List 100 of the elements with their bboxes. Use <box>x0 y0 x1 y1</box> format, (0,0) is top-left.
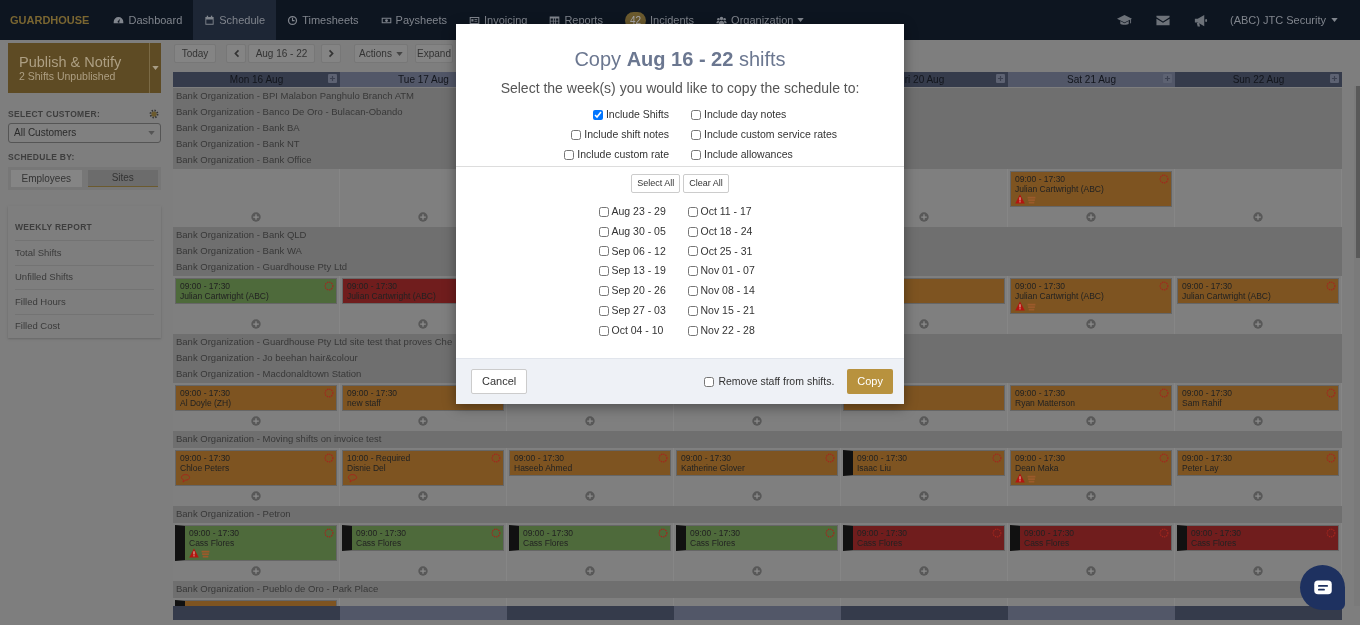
add-icon[interactable] <box>1253 416 1263 426</box>
customer-select[interactable]: All Customers <box>8 122 161 143</box>
add-icon[interactable] <box>1086 212 1096 222</box>
add-icon[interactable] <box>752 566 762 576</box>
select-all-button[interactable]: Select All <box>631 174 681 193</box>
add-icon[interactable] <box>1253 212 1263 222</box>
add-icon[interactable] <box>251 416 261 426</box>
checkbox[interactable] <box>598 266 609 277</box>
add-icon[interactable] <box>919 566 929 576</box>
megaphone-icon[interactable] <box>1193 12 1209 28</box>
report-link[interactable]: Filled Cost <box>15 313 154 339</box>
add-icon[interactable] <box>1253 319 1263 329</box>
next-button[interactable] <box>321 44 341 63</box>
add-icon[interactable] <box>1253 491 1263 501</box>
add-icon[interactable] <box>585 566 595 576</box>
publish-button[interactable]: Publish & Notify 2 Shifts Unpublished <box>8 43 149 93</box>
add-icon[interactable] <box>752 416 762 426</box>
shift-card[interactable]: 09:00 - 17:30 Cass Flores <box>676 525 838 551</box>
checkbox[interactable] <box>564 150 575 160</box>
shift-card[interactable]: 09:00 - 17:30 Peter Lay <box>1177 450 1339 476</box>
cancel-button[interactable]: Cancel <box>471 369 528 394</box>
shift-card[interactable]: 09:00 - 17:30 Chloe Peters <box>175 450 337 486</box>
checkbox[interactable] <box>691 150 701 160</box>
checkbox[interactable] <box>598 305 609 316</box>
add-icon[interactable] <box>919 212 929 222</box>
nav-link[interactable]: Organization <box>705 0 816 40</box>
dropdown-toggle[interactable] <box>149 43 161 93</box>
shift-card[interactable]: 09:00 - 17:30 Dean Maka <box>1010 450 1172 486</box>
shift-card[interactable]: 09:00 - 17:30 Cass Flores <box>175 525 337 561</box>
add-icon[interactable] <box>1086 319 1096 329</box>
checkbox[interactable] <box>592 110 603 120</box>
checkbox[interactable] <box>687 226 698 237</box>
checkbox[interactable] <box>687 206 698 217</box>
checkbox[interactable] <box>598 286 609 297</box>
expand-icon[interactable] <box>996 74 1005 83</box>
add-icon[interactable] <box>1086 566 1096 576</box>
shift-card[interactable]: 10:00 - Required Disnie Del <box>342 450 504 486</box>
report-link[interactable]: Total Shifts <box>15 240 154 265</box>
expand-icon[interactable] <box>328 74 337 83</box>
nav-link[interactable]: Dashboard <box>102 0 194 40</box>
shift-card[interactable]: 09:00 - 17:30 Cass Flores <box>342 525 504 551</box>
shift-card[interactable]: 09:00 - 17:30 Isaac Liu <box>843 450 1005 476</box>
checkbox[interactable] <box>704 376 715 387</box>
shift-card[interactable]: 09:00 - 17:30 Al Doyle (ZH) <box>175 385 337 411</box>
checkbox[interactable] <box>598 325 609 336</box>
add-icon[interactable] <box>585 491 595 501</box>
add-icon[interactable] <box>418 212 428 222</box>
add-icon[interactable] <box>1253 566 1263 576</box>
account-menu[interactable]: (ABC) JTC Security <box>1230 11 1338 29</box>
add-icon[interactable] <box>919 416 929 426</box>
settings-icon[interactable] <box>149 109 159 120</box>
report-link[interactable]: Filled Hours <box>15 289 154 314</box>
shift-card[interactable]: 09:00 - 17:30 Katherine Glover <box>676 450 838 476</box>
expand-icon[interactable] <box>1163 74 1172 83</box>
checkbox[interactable] <box>598 206 609 217</box>
shift-card[interactable]: 09:00 - 17:30 Julian Cartwright (ABC) <box>1177 278 1339 304</box>
add-icon[interactable] <box>418 566 428 576</box>
add-icon[interactable] <box>919 491 929 501</box>
shift-card[interactable]: 09:00 - 17:30 Julian Cartwright (ABC) <box>1010 171 1172 207</box>
add-icon[interactable] <box>1086 491 1096 501</box>
checkbox[interactable] <box>687 286 698 297</box>
add-icon[interactable] <box>418 319 428 329</box>
shift-card[interactable]: 09:00 - 17:30 Julian Cartwright (ABC) <box>1010 278 1172 314</box>
previous-button[interactable] <box>226 44 246 63</box>
checkbox[interactable] <box>687 246 698 257</box>
nav-link[interactable]: Paysheets <box>369 0 458 40</box>
add-icon[interactable] <box>919 319 929 329</box>
expand-icon[interactable] <box>1330 74 1339 83</box>
checkbox[interactable] <box>687 305 698 316</box>
add-icon[interactable] <box>1086 416 1096 426</box>
today-button[interactable]: Today <box>174 44 216 63</box>
actions-button[interactable]: Actions <box>354 44 408 63</box>
shift-card[interactable]: 09:00 - 17:30 Sam Rahif <box>1177 385 1339 411</box>
copy-button[interactable]: Copy <box>847 369 893 394</box>
toggle-button[interactable]: Employees <box>11 169 82 187</box>
checkbox[interactable] <box>687 266 698 277</box>
add-icon[interactable] <box>418 491 428 501</box>
graduation-cap-icon[interactable] <box>1116 12 1134 28</box>
shift-card[interactable]: 09:00 - 17:30 Julian Cartwright (ABC) <box>175 278 337 304</box>
nav-link[interactable]: Timesheets <box>276 0 370 40</box>
checkbox[interactable] <box>691 110 701 120</box>
checkbox[interactable] <box>571 130 582 140</box>
add-icon[interactable] <box>418 416 428 426</box>
nav-link[interactable]: Reports <box>538 0 614 40</box>
checkbox[interactable] <box>598 246 609 257</box>
add-icon[interactable] <box>752 491 762 501</box>
checkbox[interactable] <box>598 226 609 237</box>
shift-card[interactable]: 09:00 - 17:30 Haseeb Ahmed <box>509 450 671 476</box>
add-icon[interactable] <box>585 416 595 426</box>
add-icon[interactable] <box>251 491 261 501</box>
report-link[interactable]: Unfilled Shifts <box>15 264 154 290</box>
clear-all-button[interactable]: Clear All <box>683 174 729 193</box>
checkbox[interactable] <box>691 130 701 140</box>
add-icon[interactable] <box>251 566 261 576</box>
nav-link[interactable]: Invoicing <box>458 0 539 40</box>
expand-button[interactable]: Expand <box>415 44 453 63</box>
add-icon[interactable] <box>251 212 261 222</box>
brand-logo[interactable]: GUARDHOUSE <box>0 0 103 40</box>
date-range-button[interactable]: Aug 16 - 22 <box>248 44 315 63</box>
add-icon[interactable] <box>251 319 261 329</box>
